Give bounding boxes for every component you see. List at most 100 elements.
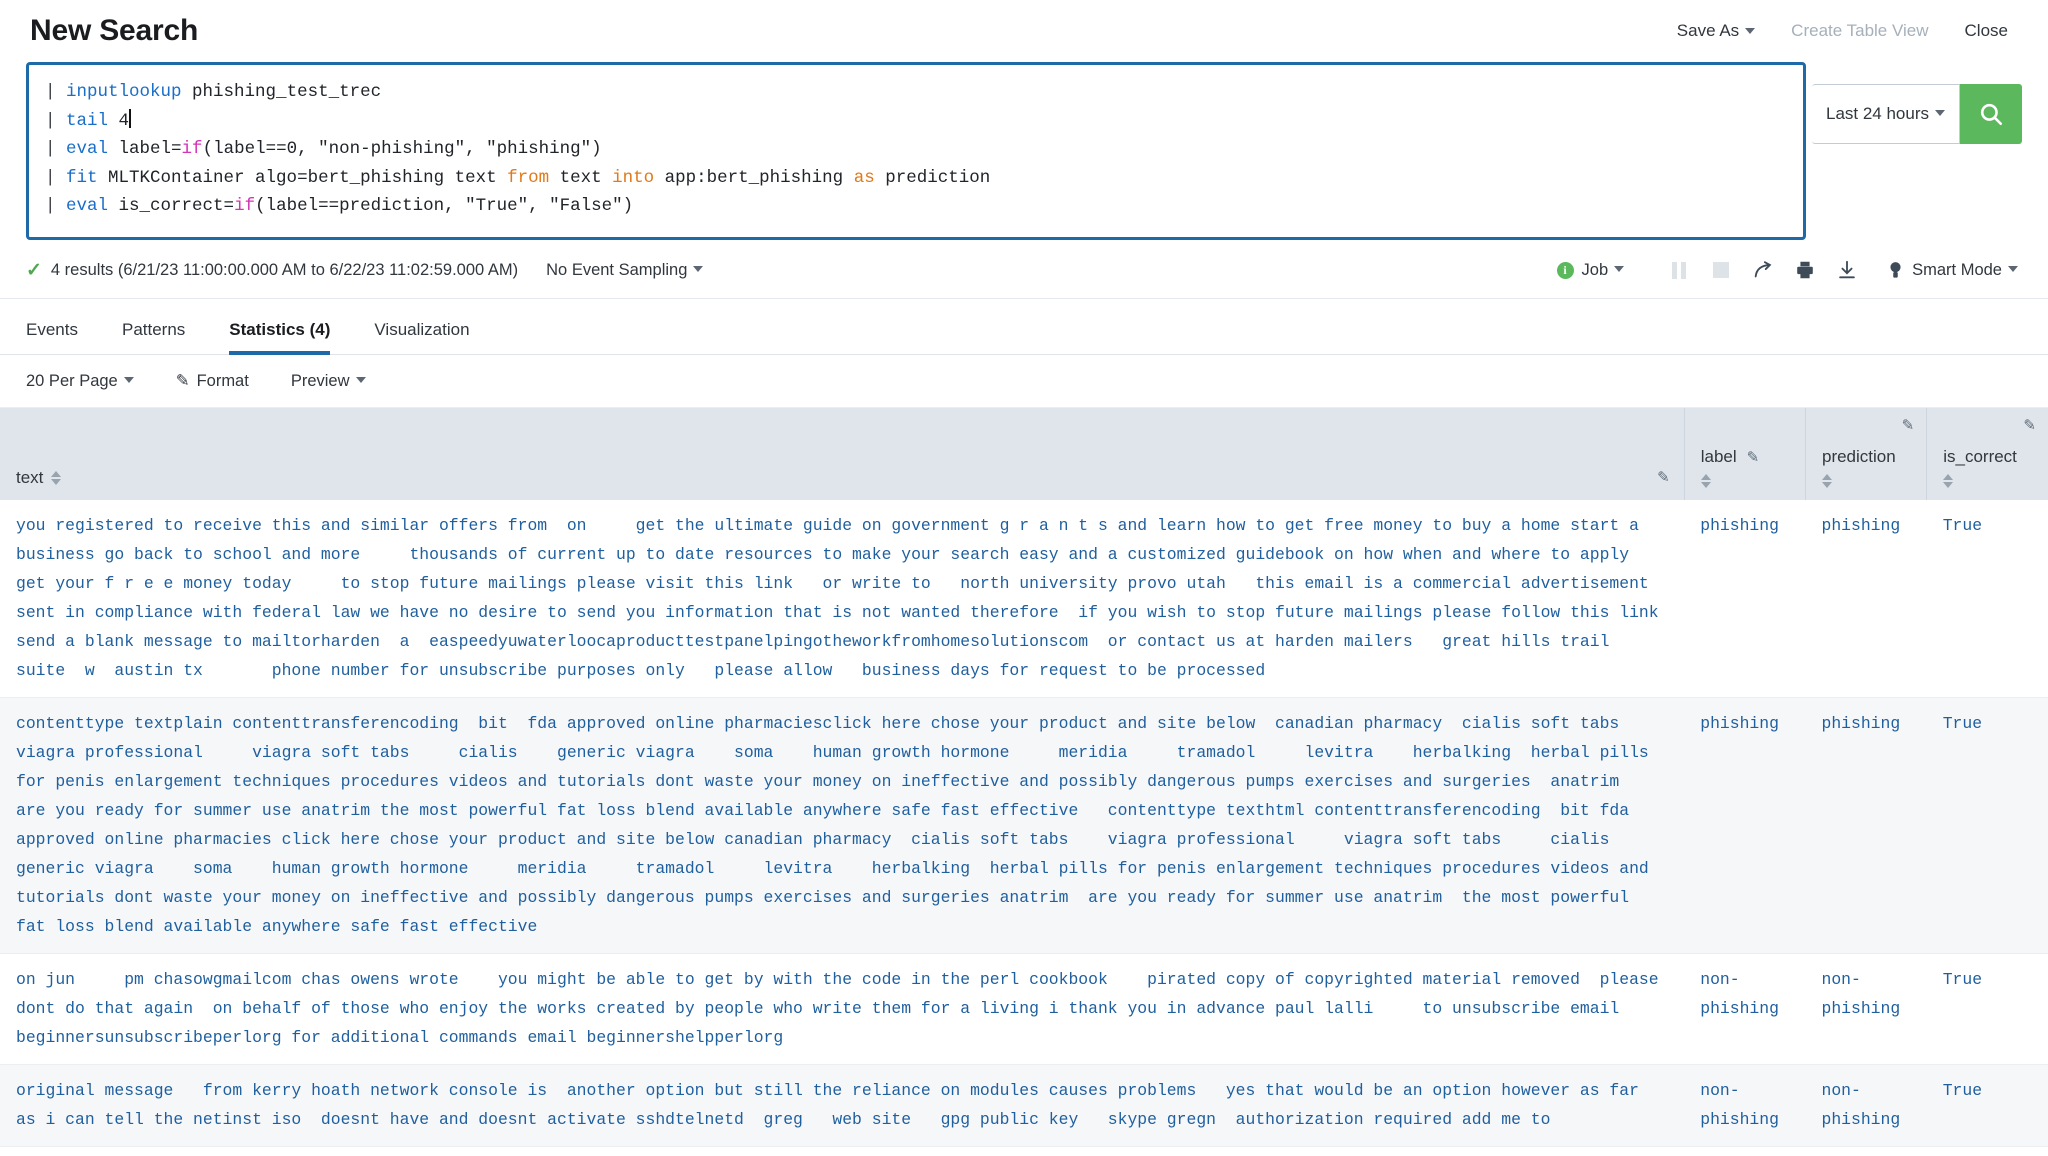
- sort-icon[interactable]: [1821, 474, 1910, 488]
- cell-text: you registered to receive this and simil…: [0, 500, 1685, 698]
- header-actions: Save As Create Table View Close: [1677, 21, 2018, 41]
- cell-is-correct: True: [1926, 697, 2048, 954]
- spl-args: phishing_test_trec: [181, 82, 382, 102]
- cell-prediction: phishing: [1805, 500, 1927, 698]
- table-row: you registered to receive this and simil…: [0, 500, 2048, 698]
- table-row: original message from kerry hoath networ…: [0, 1064, 2048, 1147]
- results-count-label: 4 results (6/21/23 11:00:00.000 AM to 6/…: [50, 260, 519, 279]
- print-icon: [1797, 261, 1813, 279]
- edit-column-prediction-icon[interactable]: ✎: [1902, 416, 1915, 434]
- per-page-label: 20 Per Page: [26, 371, 118, 390]
- chevron-down-icon: [1614, 266, 1625, 272]
- sort-icon[interactable]: [1943, 474, 2032, 488]
- spl-line-3: | eval label=if(label==0, "non-phishing"…: [45, 139, 602, 159]
- time-range-label: Last 24 hours: [1825, 104, 1929, 123]
- edit-column-text-icon[interactable]: ✎: [1657, 468, 1670, 486]
- table-body: you registered to receive this and simil…: [0, 500, 2048, 1147]
- text-cursor: [129, 108, 132, 128]
- chevron-down-icon: [693, 266, 704, 273]
- per-page-selector[interactable]: 20 Per Page: [26, 372, 134, 391]
- search-query-input[interactable]: | inputlookup phishing_test_trec | tail …: [26, 62, 1806, 240]
- cell-label: phishing: [1684, 697, 1806, 954]
- table-row: on jun pm chasowgmailcom chas owens wrot…: [0, 953, 2048, 1065]
- chevron-down-icon: [123, 377, 134, 383]
- column-header-is-correct[interactable]: ✎ is_correct: [1926, 408, 2048, 500]
- lightbulb-icon: [1890, 261, 1901, 278]
- save-as-button[interactable]: Save As: [1676, 21, 1756, 41]
- create-table-view-button[interactable]: Create Table View: [1791, 21, 1928, 41]
- chevron-down-icon: [1935, 110, 1945, 116]
- column-header-label[interactable]: label ✎: [1684, 408, 1806, 500]
- info-icon: i: [1556, 261, 1574, 279]
- table-header: text ✎ label ✎ ✎ prediction ✎ is_correct: [0, 408, 2048, 500]
- results-toolbar: 20 Per Page ✎ Format Preview: [0, 355, 2048, 408]
- page-title: New Search: [30, 14, 199, 47]
- spl-line-1: | inputlookup phishing_test_trec: [45, 82, 382, 102]
- share-button[interactable]: [1742, 256, 1784, 284]
- column-label-label: label: [1700, 447, 1737, 466]
- event-sampling-label: No Event Sampling: [546, 260, 688, 279]
- job-menu-button[interactable]: i Job: [1556, 260, 1625, 280]
- table-header-row: text ✎ label ✎ ✎ prediction ✎ is_correct: [0, 408, 2048, 500]
- table-row: contenttype textplain contenttransferenc…: [0, 697, 2048, 954]
- share-icon: [1754, 261, 1772, 278]
- column-header-prediction[interactable]: ✎ prediction: [1805, 408, 1928, 500]
- search-status-bar: ✓ 4 results (6/21/23 11:00:00.000 AM to …: [0, 240, 2048, 299]
- statistics-table-wrapper: text ✎ label ✎ ✎ prediction ✎ is_correct…: [0, 408, 2048, 1147]
- cell-text: original message from kerry hoath networ…: [0, 1064, 1685, 1147]
- pencil-icon: ✎: [175, 372, 190, 390]
- export-icon: [1839, 260, 1855, 279]
- sort-icon[interactable]: [1700, 474, 1789, 488]
- statistics-table: text ✎ label ✎ ✎ prediction ✎ is_correct…: [0, 408, 2048, 1147]
- spl-args: 4: [108, 110, 130, 131]
- result-tabs: Events Patterns Statistics (4) Visualiza…: [0, 299, 2048, 355]
- cell-is-correct: True: [1926, 1064, 2048, 1147]
- edit-column-is-correct-icon[interactable]: ✎: [2023, 416, 2036, 434]
- preview-selector[interactable]: Preview: [291, 372, 366, 391]
- success-check-icon: ✓: [26, 259, 42, 281]
- save-as-label: Save As: [1676, 21, 1740, 40]
- event-sampling-button[interactable]: No Event Sampling: [546, 260, 704, 280]
- run-search-button[interactable]: [1960, 84, 2022, 144]
- edit-column-label-icon[interactable]: ✎: [1747, 448, 1760, 466]
- column-label-text: text: [16, 468, 44, 487]
- format-button[interactable]: ✎ Format: [176, 371, 249, 391]
- tab-patterns[interactable]: Patterns: [100, 320, 207, 354]
- stop-button[interactable]: [1700, 256, 1742, 284]
- format-label: Format: [196, 371, 249, 390]
- cell-prediction: non-phishing: [1805, 953, 1927, 1065]
- spl-line-4: | fit MLTKContainer algo=bert_phishing t…: [45, 167, 991, 188]
- search-mode-button[interactable]: Smart Mode: [1888, 260, 2018, 281]
- column-header-text[interactable]: text ✎: [0, 408, 1685, 500]
- close-button[interactable]: Close: [1965, 21, 2008, 41]
- cell-is-correct: True: [1926, 500, 2048, 698]
- job-label: Job: [1581, 260, 1609, 279]
- cell-label: phishing: [1684, 500, 1806, 698]
- pause-button[interactable]: [1658, 256, 1700, 284]
- cell-prediction: non-phishing: [1805, 1064, 1927, 1147]
- chevron-down-icon: [1745, 27, 1756, 34]
- cell-text: on jun pm chasowgmailcom chas owens wrot…: [0, 953, 1685, 1065]
- job-controls: i Job Smart Mode: [1556, 256, 2018, 284]
- cell-text: contenttype textplain contenttransferenc…: [0, 697, 1685, 954]
- sort-icon[interactable]: [51, 471, 62, 485]
- tab-events[interactable]: Events: [26, 320, 100, 354]
- spl-command: tail: [66, 110, 109, 131]
- spl-line-2: | tail 4: [45, 108, 132, 131]
- cell-label: non-phishing: [1684, 1064, 1806, 1147]
- tab-visualization[interactable]: Visualization: [352, 320, 491, 354]
- page-header: New Search Save As Create Table View Clo…: [0, 0, 2048, 62]
- chevron-down-icon: [2008, 266, 2018, 272]
- search-bar-row: | inputlookup phishing_test_trec | tail …: [0, 62, 2048, 240]
- time-range-picker[interactable]: Last 24 hours: [1812, 84, 1960, 144]
- cell-is-correct: True: [1926, 953, 2048, 1065]
- search-mode-label: Smart Mode: [1912, 260, 2002, 279]
- magnifier-icon: [1980, 103, 2003, 126]
- column-label-is-correct: is_correct: [1943, 447, 2017, 466]
- print-button[interactable]: [1784, 256, 1826, 284]
- splunk-search-page: New Search Save As Create Table View Clo…: [0, 0, 2048, 1156]
- preview-label: Preview: [290, 371, 350, 390]
- export-button[interactable]: [1826, 256, 1868, 284]
- cell-label: non-phishing: [1684, 953, 1806, 1065]
- tab-statistics[interactable]: Statistics (4): [207, 320, 352, 355]
